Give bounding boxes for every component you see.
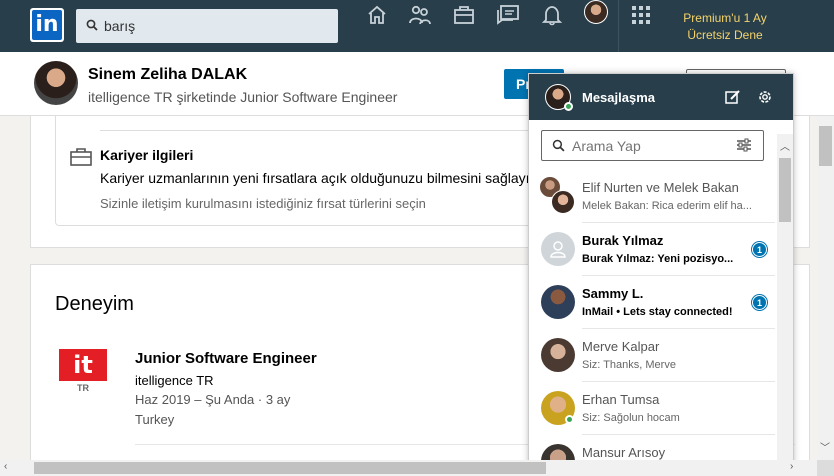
conversation-item[interactable]: Merve Kalpar Siz: Thanks, Merve bbox=[529, 329, 777, 382]
messaging-icon[interactable] bbox=[493, 0, 523, 30]
scroll-up-icon[interactable]: ︿ bbox=[780, 138, 790, 153]
scroll-down-icon[interactable]: ﹀ bbox=[820, 439, 830, 454]
person-placeholder-icon bbox=[550, 241, 566, 258]
job-company: itelligence TR bbox=[135, 373, 214, 388]
conversation-name: Burak Yılmaz bbox=[582, 233, 664, 248]
experience-heading: Deneyim bbox=[55, 293, 134, 315]
career-interests-box[interactable]: Kariyer ilgileri Kariyer uzmanlarının ye… bbox=[55, 116, 575, 226]
avatar bbox=[541, 338, 575, 372]
me-avatar[interactable] bbox=[584, 0, 608, 24]
conversation-name: Merve Kalpar bbox=[582, 339, 660, 354]
network-icon[interactable] bbox=[405, 0, 435, 30]
scrollbar-thumb[interactable] bbox=[779, 158, 791, 222]
online-status-dot bbox=[564, 102, 573, 111]
job-title[interactable]: Junior Software Engineer bbox=[135, 350, 317, 367]
scroll-right-icon[interactable]: › bbox=[790, 461, 793, 472]
profile-name: Sinem Zeliha DALAK bbox=[88, 66, 248, 83]
unread-badge: 1 bbox=[752, 295, 767, 310]
conversation-name: Mansur Arısoy bbox=[582, 445, 666, 460]
linkedin-logo[interactable]: in bbox=[30, 8, 64, 42]
conversation-name: Sammy L. bbox=[582, 286, 644, 301]
unread-badge: 1 bbox=[752, 242, 767, 257]
profile-avatar bbox=[34, 61, 78, 105]
company-logo[interactable]: it TR bbox=[59, 349, 107, 397]
gear-icon[interactable] bbox=[757, 89, 773, 105]
top-navbar: in Premium'u 1 Ay Ücretsiz Dene bbox=[0, 0, 834, 52]
conversation-item[interactable]: Burak Yılmaz Burak Yılmaz: Yeni pozisyo.… bbox=[529, 223, 777, 276]
notifications-icon[interactable] bbox=[537, 0, 567, 30]
scroll-left-icon[interactable]: ‹ bbox=[4, 461, 7, 472]
home-icon[interactable] bbox=[362, 0, 392, 30]
divider bbox=[100, 130, 570, 131]
conversation-snippet: InMail • Lets stay connected! bbox=[582, 306, 733, 318]
messaging-panel: Mesajlaşma Elif Nurten ve Melek Bakan Me… bbox=[528, 73, 794, 476]
conversation-name: Erhan Tumsa bbox=[582, 392, 660, 407]
career-interests-subtitle: Sizinle iletişim kurulmasını istediğiniz… bbox=[100, 196, 426, 211]
messaging-search-input[interactable] bbox=[572, 131, 732, 160]
conversation-item[interactable]: Sammy L. InMail • Lets stay connected! 1 bbox=[529, 276, 777, 329]
career-interests-title: Kariyer ilgileri bbox=[100, 147, 194, 163]
briefcase-icon bbox=[70, 148, 92, 166]
company-logo-mark: it bbox=[59, 349, 107, 381]
messaging-scrollbar[interactable]: ︿ ﹀ bbox=[777, 134, 793, 475]
premium-line1: Premium'u 1 Ay bbox=[683, 11, 767, 25]
nav-divider bbox=[618, 0, 619, 52]
career-interests-description: Kariyer uzmanlarının yeni fırsatlara açı… bbox=[100, 170, 542, 186]
conversation-name: Elif Nurten ve Melek Bakan bbox=[582, 180, 739, 195]
conversation-snippet: Burak Yılmaz: Yeni pozisyo... bbox=[582, 253, 734, 265]
page-vertical-scrollbar[interactable]: ﹀ bbox=[817, 116, 834, 460]
conversation-item[interactable]: Elif Nurten ve Melek Bakan Melek Bakan: … bbox=[529, 170, 777, 223]
conversation-snippet: Melek Bakan: Rica ederim elif ha... bbox=[582, 200, 752, 212]
online-status-dot bbox=[565, 415, 574, 424]
conversation-list: Elif Nurten ve Melek Bakan Melek Bakan: … bbox=[529, 170, 777, 476]
page-horizontal-scrollbar[interactable]: ‹ › bbox=[0, 460, 817, 476]
conversation-snippet: Siz: Sağolun hocam bbox=[582, 412, 680, 424]
search-box[interactable] bbox=[76, 9, 338, 43]
avatar bbox=[551, 190, 575, 214]
avatar bbox=[541, 232, 575, 266]
messaging-title: Mesajlaşma bbox=[582, 90, 655, 105]
logo-text: in bbox=[32, 10, 62, 40]
search-input[interactable] bbox=[104, 9, 330, 43]
job-location: Turkey bbox=[135, 412, 175, 427]
apps-grid-icon[interactable] bbox=[626, 0, 656, 30]
scrollbar-corner bbox=[817, 460, 834, 476]
conversation-snippet: Siz: Thanks, Merve bbox=[582, 359, 676, 371]
premium-line2: Ücretsiz Dene bbox=[687, 28, 763, 42]
scrollbar-thumb[interactable] bbox=[34, 462, 546, 474]
avatar bbox=[541, 285, 575, 319]
jobs-icon[interactable] bbox=[449, 0, 479, 30]
premium-trial-link[interactable]: Premium'u 1 Ay Ücretsiz Dene bbox=[665, 10, 785, 44]
messaging-header[interactable]: Mesajlaşma bbox=[529, 74, 793, 120]
profile-headline: itelligence TR şirketinde Junior Softwar… bbox=[88, 89, 398, 105]
compose-icon[interactable] bbox=[725, 89, 741, 105]
filter-icon[interactable] bbox=[736, 138, 752, 152]
company-logo-sub: TR bbox=[77, 383, 89, 393]
search-icon bbox=[86, 19, 98, 31]
scrollbar-thumb[interactable] bbox=[819, 126, 832, 166]
conversation-item[interactable]: Erhan Tumsa Siz: Sağolun hocam bbox=[529, 382, 777, 435]
job-dates: Haz 2019 – Şu Anda · 3 ay bbox=[135, 392, 291, 407]
search-icon bbox=[552, 139, 565, 152]
messaging-search-box[interactable] bbox=[541, 130, 764, 161]
